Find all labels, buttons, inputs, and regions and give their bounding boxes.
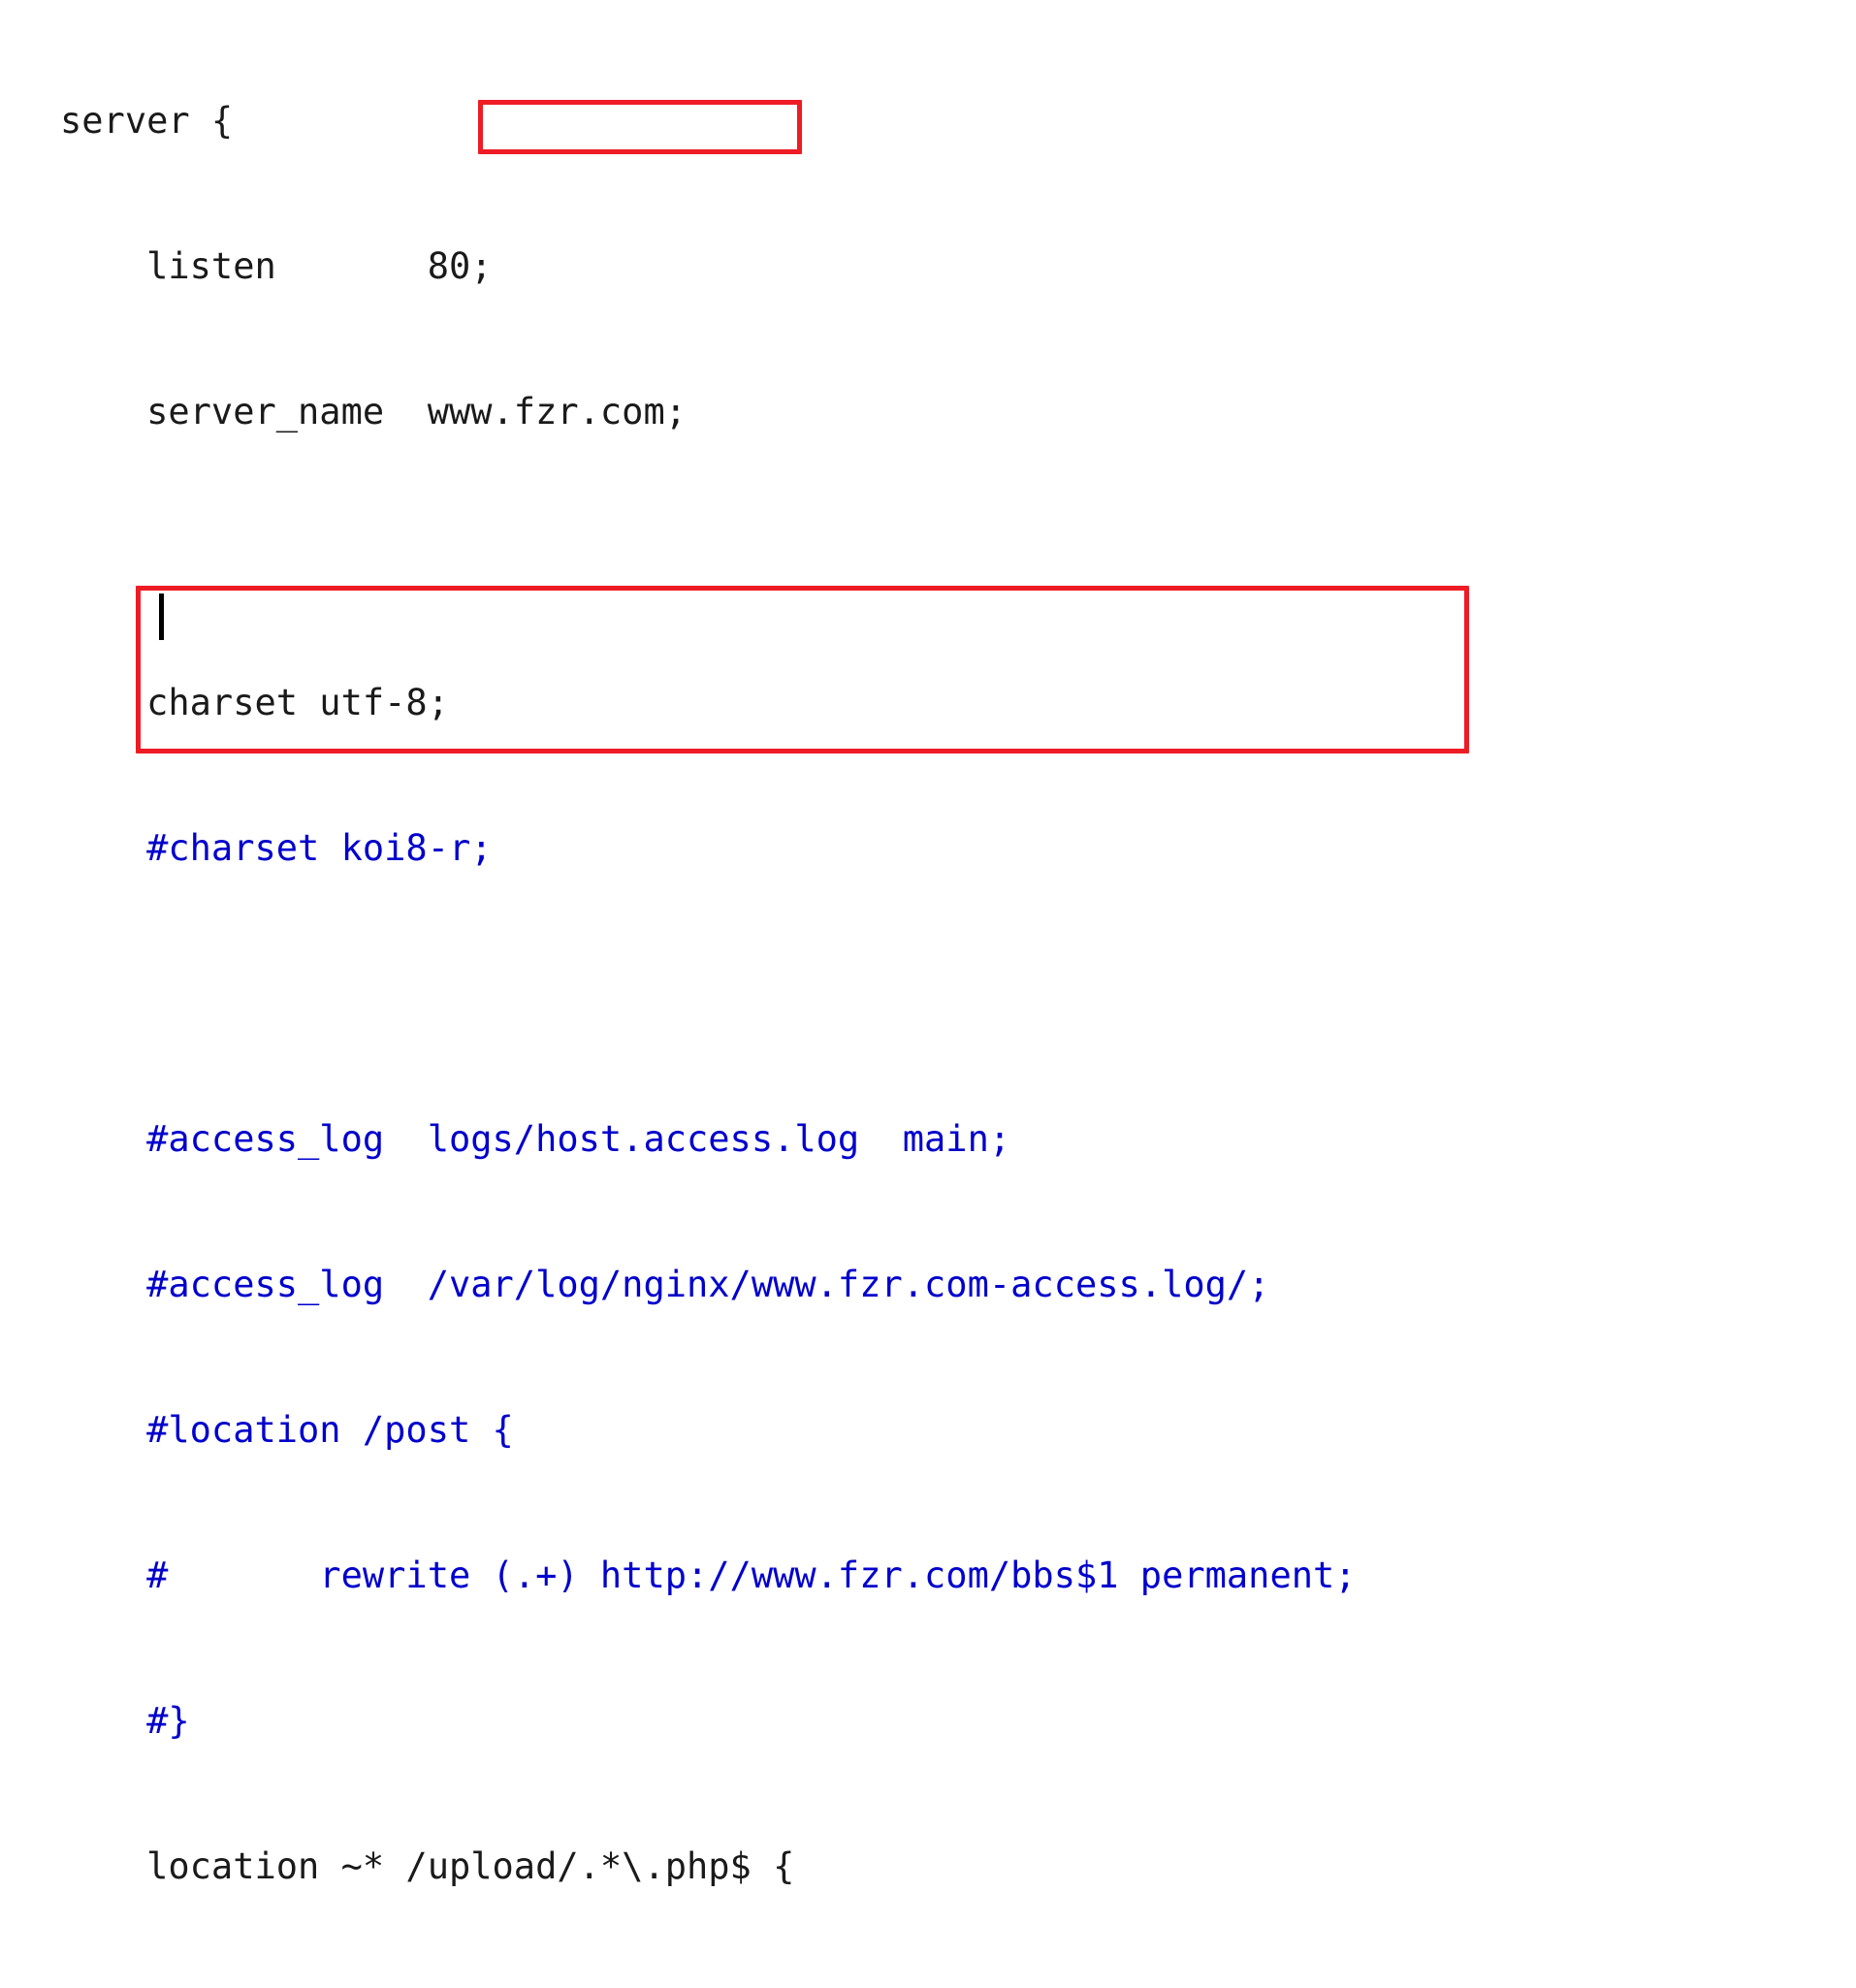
code-line[interactable]: location ~* /upload/.*\.php$ { <box>0 1843 1357 1891</box>
code-line-text: #} <box>60 1700 190 1742</box>
code-line[interactable]: #charset koi8-r; <box>0 824 1357 873</box>
code-line-text: #location /post { <box>60 1409 514 1451</box>
code-line[interactable]: server_name www.fzr.com; <box>0 388 1357 436</box>
code-line-text: #charset koi8-r; <box>60 827 493 869</box>
code-line[interactable]: #location /post { <box>0 1406 1357 1455</box>
code-line-text: #access_log /var/log/nginx/www.fzr.com-a… <box>60 1264 1270 1305</box>
code-line-text: server_name www.fzr.com; <box>60 391 688 433</box>
code-text-area[interactable]: server { listen 80; server_name www.fzr.… <box>0 0 1357 1988</box>
text-caret <box>159 593 164 640</box>
code-line-text: listen 80; <box>60 245 493 287</box>
code-line[interactable]: listen 80; <box>0 242 1357 291</box>
code-line-text: #access_log logs/host.access.log main; <box>60 1118 1011 1160</box>
code-line[interactable]: # rewrite (.+) http://www.fzr.com/bbs$1 … <box>0 1552 1357 1600</box>
code-line[interactable] <box>0 970 1357 1018</box>
code-line[interactable] <box>0 533 1357 582</box>
code-line[interactable]: charset utf-8; <box>0 679 1357 727</box>
code-line[interactable]: server { <box>0 97 1357 145</box>
code-line-text: # rewrite (.+) http://www.fzr.com/bbs$1 … <box>60 1555 1357 1596</box>
code-line[interactable]: #} <box>0 1697 1357 1746</box>
code-line[interactable]: #access_log /var/log/nginx/www.fzr.com-a… <box>0 1261 1357 1309</box>
code-line[interactable]: #access_log logs/host.access.log main; <box>0 1115 1357 1164</box>
code-line-text: charset utf-8; <box>60 682 449 723</box>
code-line-text: server { <box>60 100 234 142</box>
code-editor-canvas[interactable]: server { listen 80; server_name www.fzr.… <box>0 0 1856 1887</box>
code-line-text: location ~* /upload/.*\.php$ { <box>60 1845 795 1887</box>
